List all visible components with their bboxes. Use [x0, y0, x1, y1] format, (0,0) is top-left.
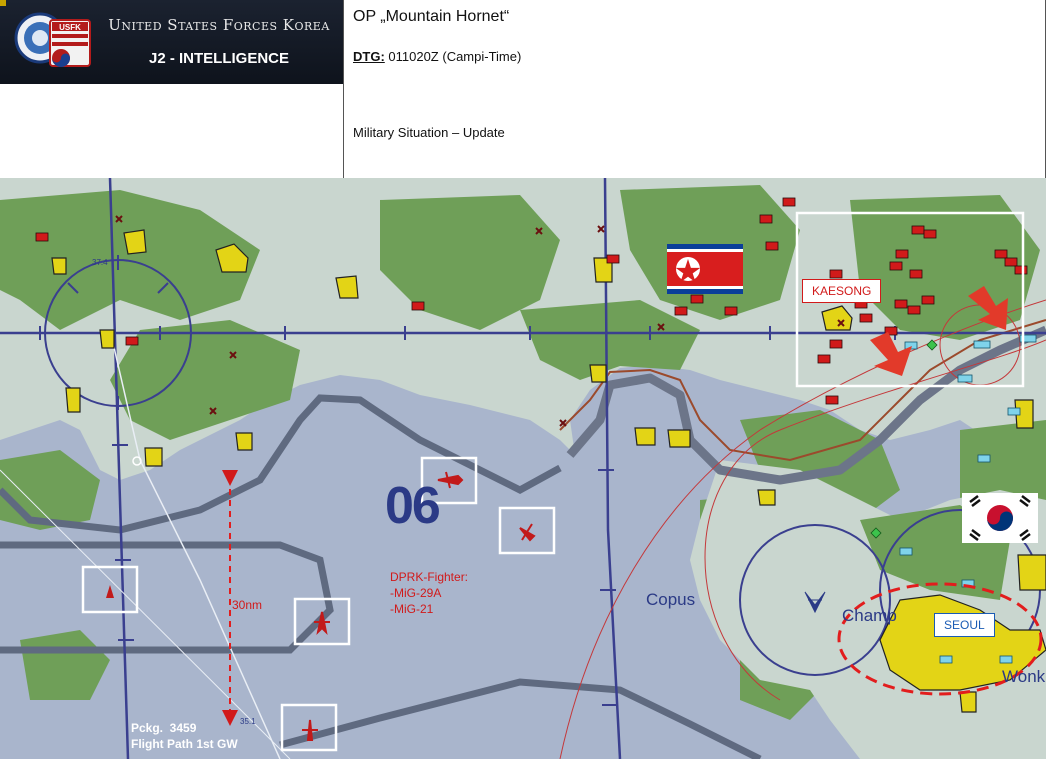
kaesong-label: KAESONG	[802, 279, 882, 303]
grid-number-label: 06	[385, 477, 441, 535]
threat-note: DPRK-Fighter: -MiG-29A -MiG-21	[390, 569, 468, 617]
package-flight-path-label: Flight Path 1st GW	[131, 737, 238, 751]
briefing-panel: OP „Mountain Hornet“ DTG: 011020Z (Campi…	[343, 0, 1046, 178]
copus-label: Copus	[646, 590, 696, 609]
champ-label: Champ	[842, 606, 897, 625]
distance-label: 30nm	[232, 598, 263, 612]
threat-note-mig21: -MiG-21	[390, 602, 434, 616]
header-blank-area	[0, 84, 343, 178]
seoul-label: SEOUL	[934, 613, 995, 637]
threat-note-title: DPRK-Fighter:	[390, 570, 469, 584]
dtg-label: DTG:	[353, 49, 385, 64]
package-number: Pckg. 3459	[131, 721, 197, 735]
right-margin	[1046, 0, 1062, 759]
wonk-label: Wonk	[1002, 667, 1046, 686]
threat-note-mig29: -MiG-29A	[390, 586, 442, 600]
warning-icon	[0, 0, 6, 6]
dtg-line: DTG: 011020Z (Campi-Time)	[353, 49, 521, 64]
north-korea-flag-icon	[667, 244, 743, 294]
org-title: United States Forces Korea	[108, 16, 330, 34]
tactical-map[interactable]	[0, 178, 1046, 759]
dtg-value: 011020Z (Campi-Time)	[384, 49, 522, 64]
latitude-label-bottom: 35.1	[240, 717, 256, 726]
briefing-subtitle: Military Situation – Update	[353, 125, 505, 140]
usfk-emblem-icon: USFK	[14, 12, 91, 67]
package-note: Pckg. 3459 Flight Path 1st GW	[131, 720, 238, 752]
emblem-text: USFK	[59, 23, 81, 32]
header-banner: USFK United States Forces Korea J2 - INT…	[0, 0, 343, 84]
section-title: J2 - INTELLIGENCE	[148, 50, 290, 67]
south-korea-flag-icon	[962, 493, 1038, 543]
latitude-label-top: 37.4	[92, 258, 108, 267]
operation-name: OP „Mountain Hornet“	[353, 8, 510, 25]
